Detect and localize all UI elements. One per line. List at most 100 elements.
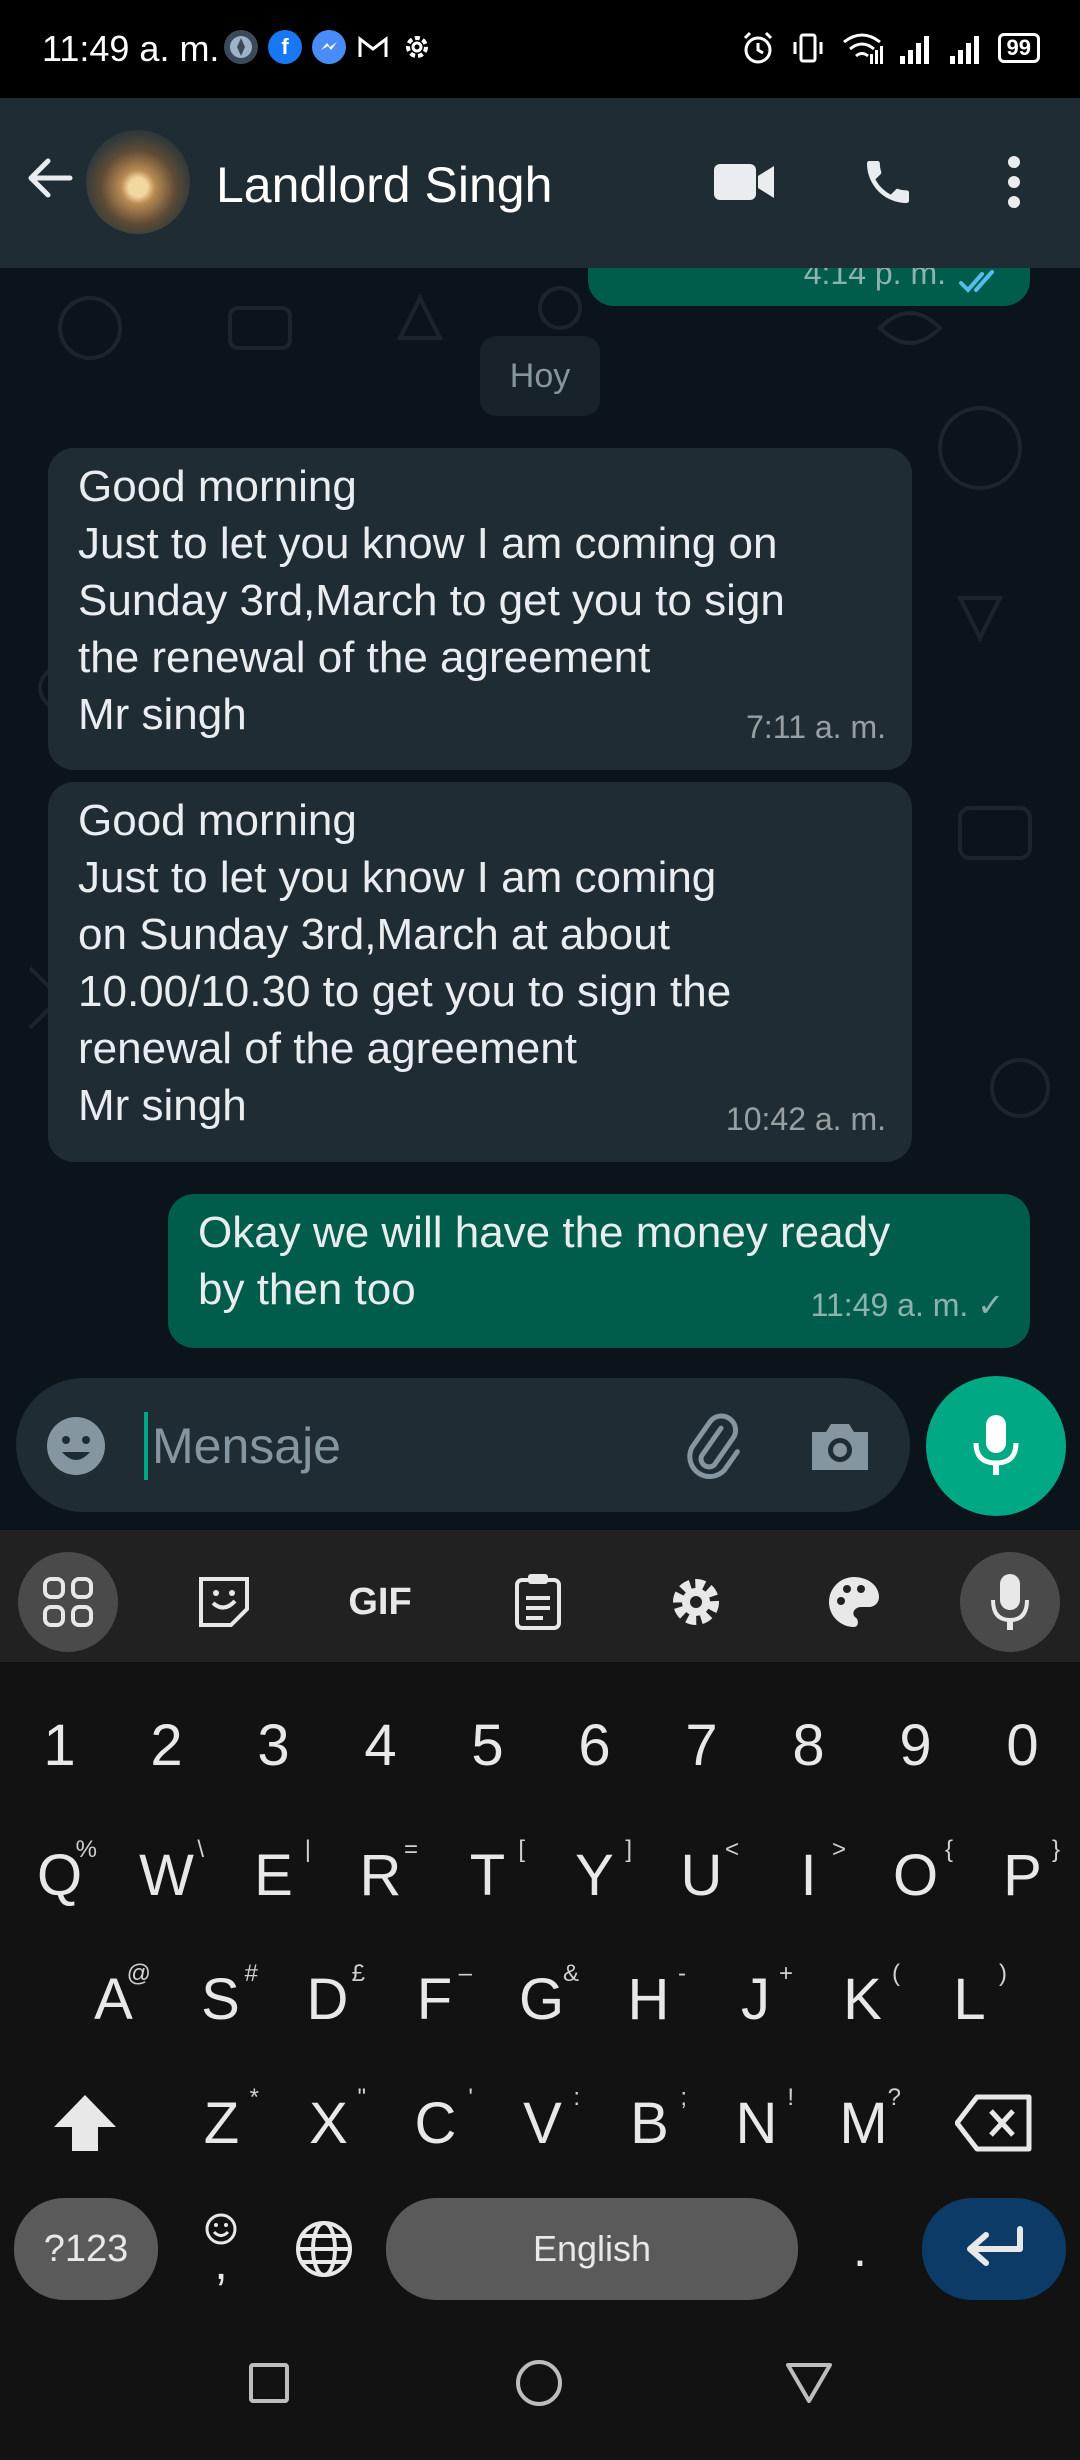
letter-key-p[interactable]: P}: [969, 1820, 1076, 1930]
message-bubble-incoming[interactable]: Good morning Just to let you know I am c…: [48, 782, 912, 1162]
number-key-2[interactable]: 2: [113, 1690, 220, 1800]
number-key-1[interactable]: 1: [6, 1690, 113, 1800]
message-input[interactable]: [152, 1406, 652, 1486]
symbols-key[interactable]: ?123: [14, 2198, 158, 2300]
letter-key-z[interactable]: Z *: [168, 2068, 275, 2178]
letter-key-y[interactable]: Y]: [541, 1820, 648, 1930]
back-arrow-icon[interactable]: [22, 150, 78, 206]
sticker-icon[interactable]: [174, 1552, 274, 1652]
letter-key-o[interactable]: O{: [862, 1820, 969, 1930]
letter-key-g[interactable]: G &: [488, 1944, 595, 2054]
number-key-4[interactable]: 4: [327, 1690, 434, 1800]
key-alt-label: {: [944, 1836, 953, 1863]
recents-icon[interactable]: [234, 2348, 304, 2418]
message-time: 7:11 a. m.: [746, 709, 886, 745]
key-label: 3: [257, 1712, 290, 1778]
letter-key-k[interactable]: K(: [809, 1944, 916, 2054]
number-key-3[interactable]: 3: [220, 1690, 327, 1800]
number-key-0[interactable]: 0: [969, 1690, 1076, 1800]
key-label: F: [416, 1966, 453, 2032]
more-options-icon[interactable]: [974, 142, 1054, 222]
key-label: D: [306, 1966, 349, 2032]
message-time: 11:49 a. m. ✓: [810, 1287, 1004, 1323]
apps-icon[interactable]: [18, 1552, 118, 1652]
attach-icon[interactable]: [676, 1410, 748, 1482]
key-alt-label: +: [778, 1960, 793, 1987]
theme-icon[interactable]: [804, 1552, 904, 1652]
letter-key-t[interactable]: T[: [434, 1820, 541, 1930]
key-label: 9: [899, 1712, 932, 1778]
message-list[interactable]: 4:14 p. m. Hoy Good morning Just to let …: [0, 268, 1080, 1528]
letter-key-c[interactable]: C ': [382, 2068, 489, 2178]
message-bubble-incoming[interactable]: Good morning Just to let you know I am c…: [48, 448, 912, 770]
letter-key-b[interactable]: B;: [596, 2068, 703, 2178]
letter-key-e[interactable]: E |: [220, 1820, 327, 1930]
back-icon[interactable]: [774, 2348, 844, 2418]
key-label: 2: [150, 1712, 183, 1778]
letter-key-a[interactable]: A @: [60, 1944, 167, 2054]
video-call-icon[interactable]: [704, 142, 784, 222]
backspace-key[interactable]: [944, 2068, 1044, 2178]
settings-icon[interactable]: [646, 1552, 746, 1652]
contact-name[interactable]: Landlord Singh: [216, 156, 552, 214]
voice-record-button[interactable]: [926, 1376, 1066, 1516]
letter-key-v[interactable]: V:: [489, 2068, 596, 2178]
clipboard-icon[interactable]: [488, 1552, 588, 1652]
message-time: 4:14 p. m.: [803, 268, 946, 291]
letter-key-n[interactable]: N!: [703, 2068, 810, 2178]
letter-key-m[interactable]: M?: [810, 2068, 917, 2178]
letter-key-i[interactable]: I >: [755, 1820, 862, 1930]
enter-icon: [967, 2226, 1023, 2266]
emoji-comma-key[interactable]: ,: [186, 2198, 256, 2300]
shift-icon: [54, 2095, 116, 2151]
language-globe-key[interactable]: [284, 2198, 364, 2300]
enter-key[interactable]: [922, 2198, 1066, 2300]
key-label: 7: [685, 1712, 718, 1778]
key-alt-label: <: [724, 1836, 739, 1863]
key-label: G: [518, 1966, 565, 2032]
period-key[interactable]: .: [818, 2198, 902, 2300]
emoji-icon[interactable]: [44, 1414, 108, 1478]
key-alt-label: –: [458, 1960, 472, 1987]
letter-key-u[interactable]: U <: [648, 1820, 755, 1930]
key-alt-label: #: [244, 1960, 258, 1987]
key-alt-label: ': [468, 2084, 473, 2111]
key-label: H: [627, 1966, 670, 2032]
message-text: Good morning Just to let you know I am c…: [78, 796, 732, 1130]
message-input-box[interactable]: [16, 1378, 910, 1512]
number-key-7[interactable]: 7: [648, 1690, 755, 1800]
camera-icon[interactable]: [804, 1410, 876, 1482]
message-bubble-outgoing-previous[interactable]: 4:14 p. m.: [588, 268, 1030, 306]
letter-key-f[interactable]: F –: [381, 1944, 488, 2054]
letter-key-w[interactable]: W \: [113, 1820, 220, 1930]
key-label: C: [414, 2090, 457, 2156]
message-bubble-outgoing[interactable]: Okay we will have the money ready by the…: [168, 1194, 1030, 1348]
status-time: 11:49 a. m.: [42, 28, 220, 69]
number-key-9[interactable]: 9: [862, 1690, 969, 1800]
voice-call-icon[interactable]: [848, 142, 928, 222]
gif-label: GIF: [348, 1580, 412, 1623]
number-key-8[interactable]: 8: [755, 1690, 862, 1800]
key-label: 0: [1006, 1712, 1039, 1778]
signal-icon: [949, 36, 979, 64]
letter-key-s[interactable]: S #: [167, 1944, 274, 2054]
letter-key-l[interactable]: L): [916, 1944, 1023, 2054]
letter-key-j[interactable]: J +: [702, 1944, 809, 2054]
home-icon[interactable]: [504, 2348, 574, 2418]
space-bar[interactable]: English: [386, 2198, 798, 2300]
letter-key-r[interactable]: R =: [327, 1820, 434, 1930]
key-label: Z: [203, 2090, 240, 2156]
voice-typing-icon[interactable]: [960, 1552, 1060, 1652]
backspace-icon: [955, 2094, 1032, 2152]
number-key-5[interactable]: 5: [434, 1690, 541, 1800]
gif-button[interactable]: GIF: [330, 1552, 430, 1652]
letter-key-d[interactable]: D £: [274, 1944, 381, 2054]
letter-key-x[interactable]: X ": [275, 2068, 382, 2178]
shift-key[interactable]: [40, 2068, 130, 2178]
key-alt-label: >: [831, 1836, 846, 1863]
letter-key-h[interactable]: H-: [595, 1944, 702, 2054]
key-alt-label: -: [678, 1960, 686, 1987]
letter-key-q[interactable]: Q%: [6, 1820, 113, 1930]
avatar[interactable]: [86, 130, 190, 234]
number-key-6[interactable]: 6: [541, 1690, 648, 1800]
